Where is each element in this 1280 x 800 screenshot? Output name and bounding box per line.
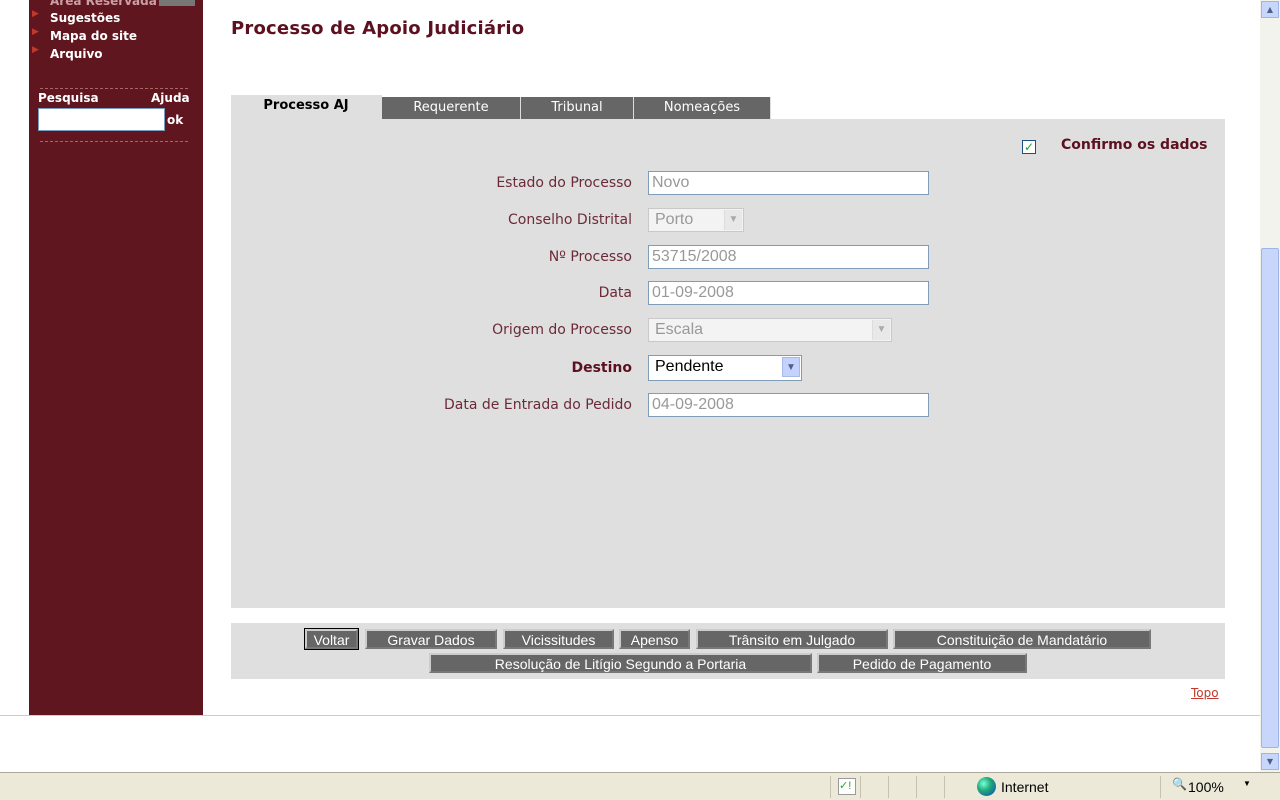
select-value: Pendente (655, 358, 724, 375)
field-label: Conselho Distrital (508, 212, 632, 228)
pedido-pagamento-button[interactable]: Pedido de Pagamento (817, 653, 1027, 673)
confirm-checkbox[interactable]: ✓ (1022, 140, 1036, 154)
destino-select[interactable]: Pendente ▼ (648, 355, 802, 381)
sidebar-item-sugestoes[interactable]: ▶ Sugestões (32, 9, 121, 25)
apenso-button[interactable]: Apenso (619, 629, 690, 649)
search-input[interactable] (38, 108, 165, 131)
logout-button[interactable] (159, 0, 195, 6)
constituicao-mandatario-button[interactable]: Constituição de Mandatário (893, 629, 1151, 649)
data-entrada-input[interactable]: 04-09-2008 (648, 393, 929, 417)
page-title: Processo de Apoio Judiciário (231, 18, 525, 39)
page-report-icon[interactable]: ✓! (838, 778, 856, 795)
select-value: Escala (655, 321, 704, 338)
divider (0, 715, 1260, 716)
action-bar: Voltar Gravar Dados Vicissitudes Apenso … (231, 623, 1225, 679)
field-label: Data de Entrada do Pedido (444, 397, 632, 413)
sidebar: ▶Área Reservada ▶Sugestões ▶Mapa do site… (29, 0, 203, 715)
globe-icon (977, 777, 996, 796)
transito-julgado-button[interactable]: Trânsito em Julgado (696, 629, 888, 649)
sidebar-item-mapa[interactable]: ▶ Mapa do site (32, 27, 138, 43)
search-label: Pesquisa (38, 91, 99, 105)
scroll-down-icon[interactable]: ▼ (1261, 753, 1279, 770)
form-panel: ✓ Confirmo os dados Estado do Processo N… (231, 119, 1225, 608)
divider (40, 141, 188, 142)
status-bar: ✓! Internet 🔍 100% ▼ (0, 772, 1280, 800)
zoom-level[interactable]: 100% (1188, 779, 1224, 795)
scroll-up-icon[interactable]: ▲ (1261, 1, 1279, 18)
field-label: Nº Processo (548, 249, 632, 265)
select-value: Porto (655, 211, 694, 228)
data-input[interactable]: 01-09-2008 (648, 281, 929, 305)
sidebar-item-area-reservada[interactable]: ▶Área Reservada (32, 0, 157, 8)
nav-label: Mapa do site (50, 29, 138, 43)
zoom-icon: 🔍 (1172, 777, 1187, 791)
nav-label: Área Reservada (50, 0, 157, 8)
nav-label: Arquivo (50, 47, 103, 61)
security-zone: Internet (1001, 779, 1049, 795)
tab-tribunal[interactable]: Tribunal (521, 97, 634, 119)
field-label: Destino (571, 360, 632, 376)
estado-processo-input[interactable]: Novo (648, 171, 929, 195)
origem-processo-select[interactable]: Escala ▼ (648, 318, 892, 342)
numero-processo-input[interactable]: 53715/2008 (648, 245, 929, 269)
tab-requerente[interactable]: Requerente (382, 97, 521, 119)
sidebar-item-arquivo[interactable]: ▶ Arquivo (32, 45, 103, 61)
gravar-dados-button[interactable]: Gravar Dados (365, 629, 497, 649)
chevron-down-icon: ▼ (872, 320, 890, 340)
field-label: Origem do Processo (492, 322, 632, 338)
vertical-scrollbar[interactable]: ▲ ▼ (1260, 0, 1280, 772)
chevron-down-icon: ▼ (724, 210, 742, 230)
nav-label: Sugestões (50, 11, 121, 25)
tab-processo-aj[interactable]: Processo AJ (231, 95, 382, 119)
field-label: Estado do Processo (496, 175, 632, 191)
divider (40, 88, 188, 89)
zoom-dropdown-icon[interactable]: ▼ (1243, 779, 1251, 788)
top-link[interactable]: Topo (1191, 686, 1219, 700)
help-link[interactable]: Ajuda (151, 91, 190, 105)
tab-nomeacoes[interactable]: Nomeações (634, 97, 771, 119)
voltar-button[interactable]: Voltar (304, 628, 359, 650)
field-label: Data (598, 285, 632, 301)
confirm-label: Confirmo os dados (1061, 137, 1208, 153)
chevron-down-icon: ▼ (782, 357, 800, 377)
resolucao-litigio-button[interactable]: Resolução de Litígio Segundo a Portaria (429, 653, 812, 673)
conselho-distrital-select[interactable]: Porto ▼ (648, 208, 744, 232)
vicissitudes-button[interactable]: Vicissitudes (503, 629, 614, 649)
search-ok-button[interactable]: ok (167, 113, 183, 127)
scrollbar-thumb[interactable] (1261, 248, 1279, 748)
